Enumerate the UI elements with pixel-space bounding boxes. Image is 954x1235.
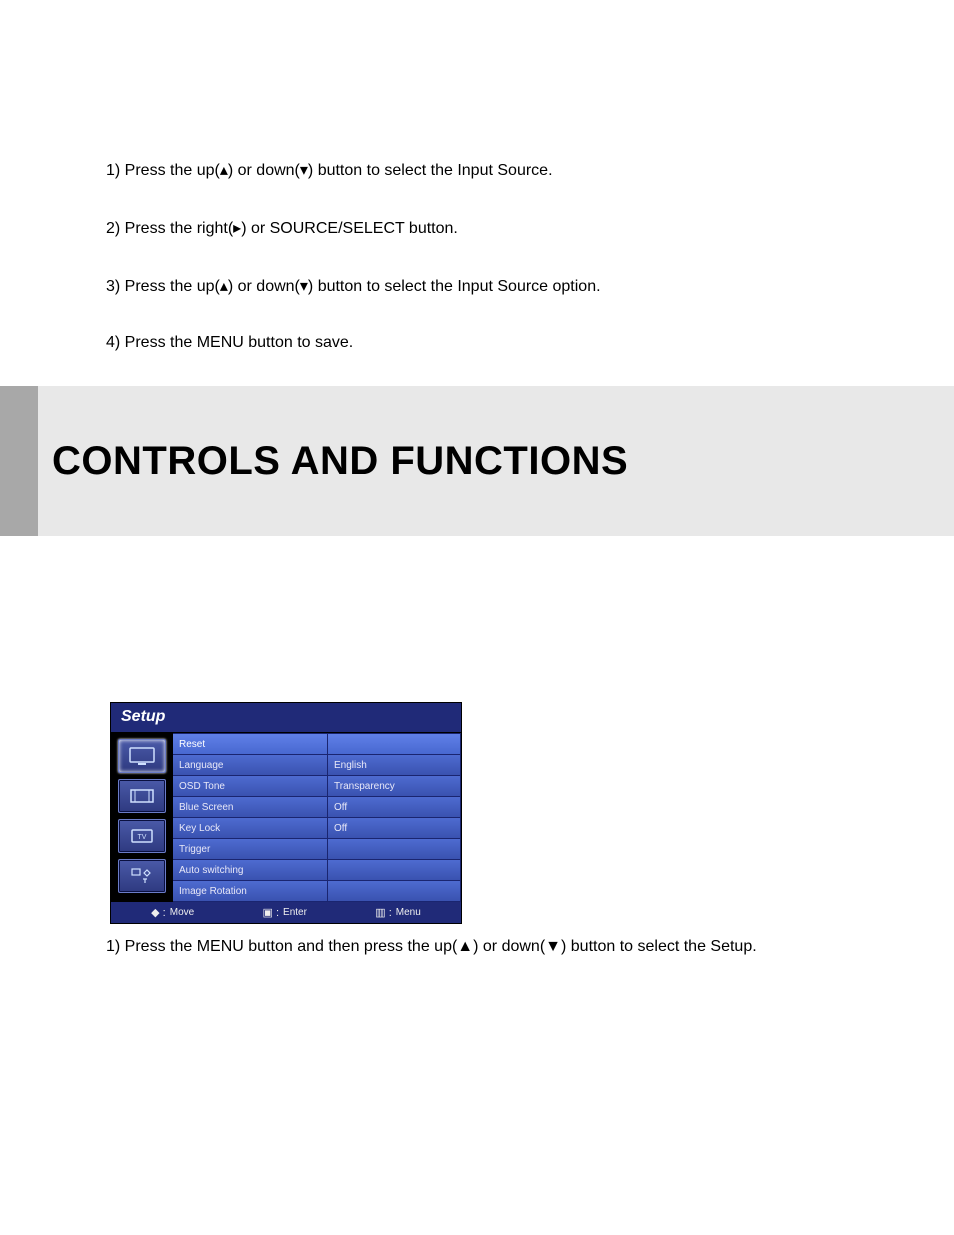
osd-label: Reset: [173, 734, 327, 754]
updown-icon: ◆ :: [151, 906, 166, 919]
instruction-step: 2) Press the right(▸) or SOURCE/SELECT b…: [106, 218, 954, 238]
osd-hint-menu: ▥ :Menu: [375, 906, 421, 919]
osd-label: Language: [173, 755, 327, 775]
osd-label: OSD Tone: [173, 776, 327, 796]
osd-label: Blue Screen: [173, 797, 327, 817]
osd-label: Trigger: [173, 839, 327, 859]
osd-row-imagerotation[interactable]: Image Rotation: [173, 881, 460, 901]
instruction-step: 3) Press the up(▴) or down(▾) button to …: [106, 276, 954, 296]
setup-icon[interactable]: [118, 859, 166, 893]
osd-value: [328, 734, 460, 754]
section-band: CONTROLS AND FUNCTIONS: [38, 386, 954, 536]
section-title: CONTROLS AND FUNCTIONS: [52, 439, 628, 484]
caption-step: 1) Press the MENU button and then press …: [106, 938, 954, 956]
osd-label: Key Lock: [173, 818, 327, 838]
osd-footer: ◆ :Move ▣ :Enter ▥ :Menu: [111, 902, 461, 923]
instruction-step: 1) Press the up(▴) or down(▾) button to …: [106, 160, 954, 180]
section-heading-band: CONTROLS AND FUNCTIONS: [0, 386, 954, 536]
menu-icon: ▥ :: [375, 906, 392, 919]
osd-row-osdtone[interactable]: OSD ToneTransparency: [173, 776, 460, 796]
svg-text:TV: TV: [138, 834, 147, 841]
osd-row-reset[interactable]: Reset: [173, 734, 460, 754]
osd-label: Image Rotation: [173, 881, 327, 901]
movie-icon[interactable]: [118, 779, 166, 813]
osd-hint-move: ◆ :Move: [151, 906, 194, 919]
instruction-list: 1) Press the up(▴) or down(▾) button to …: [0, 0, 954, 352]
instruction-step: 4) Press the MENU button to save.: [106, 334, 954, 352]
osd-value: Transparency: [328, 776, 460, 796]
section-tab: [0, 386, 38, 536]
osd-title: Setup: [111, 703, 461, 733]
osd-row-keylock[interactable]: Key LockOff: [173, 818, 460, 838]
osd-value: [328, 881, 460, 901]
osd-row-trigger[interactable]: Trigger: [173, 839, 460, 859]
osd-sidebar: TV: [111, 733, 173, 902]
osd-row-bluescreen[interactable]: Blue ScreenOff: [173, 797, 460, 817]
osd-value: Off: [328, 797, 460, 817]
osd-hint-enter: ▣ :Enter: [263, 906, 307, 919]
osd-row-language[interactable]: LanguageEnglish: [173, 755, 460, 775]
enter-icon: ▣ :: [263, 906, 280, 919]
osd-label: Auto switching: [173, 860, 327, 880]
osd-row-autoswitching[interactable]: Auto switching: [173, 860, 460, 880]
picture-icon[interactable]: [118, 739, 166, 773]
osd-settings-table: Reset LanguageEnglish OSD ToneTransparen…: [173, 733, 461, 902]
osd-menu: Setup TV Reset LanguageEnglish OSD: [110, 702, 462, 924]
osd-value: [328, 839, 460, 859]
osd-value: [328, 860, 460, 880]
osd-value: English: [328, 755, 460, 775]
tv-icon[interactable]: TV: [118, 819, 166, 853]
osd-value: Off: [328, 818, 460, 838]
